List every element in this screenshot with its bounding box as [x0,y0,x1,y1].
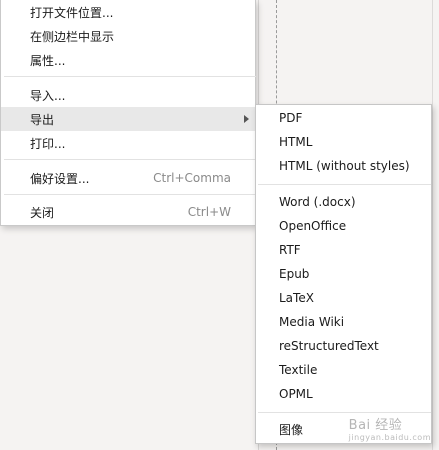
watermark: Bai 经验 jingyan.baidu.com [349,414,431,442]
menu-separator [4,159,256,160]
watermark-subtext: jingyan.baidu.com [348,433,431,442]
menu-item-label: 偏好设置... [30,171,90,186]
submenu-item-label: PDF [279,111,303,125]
menu-item-label: 导出 [30,112,55,127]
menu-item-label: 关闭 [30,205,55,220]
submenu-item-label: HTML (without styles) [279,159,410,173]
menu-item-properties[interactable]: 属性... [1,48,257,72]
menu-item-export[interactable]: 导出 [1,107,257,131]
watermark-text: Bai 经验 [348,418,403,433]
export-epub[interactable]: Epub [256,262,431,286]
chevron-right-icon [244,115,249,123]
submenu-item-label: OpenOffice [279,219,347,233]
menu-item-label: 打开文件位置... [30,5,114,20]
submenu-item-label: LaTeX [279,291,314,305]
export-latex[interactable]: LaTeX [256,286,431,310]
menu-item-import[interactable]: 导入... [1,83,257,107]
menu-item-shortcut: Ctrl+W [187,205,231,219]
submenu-item-label: Textile [279,363,318,377]
export-textile[interactable]: Textile [256,358,431,382]
scrollbar-track[interactable] [432,0,439,450]
submenu-item-label: RTF [279,243,301,257]
menu-separator [4,194,256,195]
export-media-wiki[interactable]: Media Wiki [256,310,431,334]
export-restructuredtext[interactable]: reStructuredText [256,334,431,358]
export-opml[interactable]: OPML [256,382,431,406]
menu-separator [4,76,256,77]
submenu-item-label: Media Wiki [279,315,345,329]
submenu-item-label: OPML [279,387,313,401]
file-menu: 打开文件位置... 在侧边栏中显示 属性... 导入... 导出 打印... 偏… [0,0,257,226]
export-word-docx[interactable]: Word (.docx) [256,190,431,214]
submenu-item-label: Epub [279,267,310,281]
export-rtf[interactable]: RTF [256,238,431,262]
menu-item-label: 打印... [30,136,66,151]
menu-item-show-in-sidebar[interactable]: 在侧边栏中显示 [1,24,257,48]
submenu-item-label: Word (.docx) [279,195,356,209]
menu-item-open-file-location[interactable]: 打开文件位置... [1,0,257,24]
submenu-separator [258,184,431,185]
export-submenu: PDF HTML HTML (without styles) Word (.do… [255,104,432,444]
submenu-item-label: reStructuredText [279,339,379,353]
submenu-separator [258,412,431,413]
export-pdf[interactable]: PDF [256,106,431,130]
export-html[interactable]: HTML [256,130,431,154]
submenu-item-label: HTML [279,135,313,149]
export-openoffice[interactable]: OpenOffice [256,214,431,238]
export-html-without-styles[interactable]: HTML (without styles) [256,154,431,178]
menu-item-shortcut: Ctrl+Comma [153,171,231,185]
menu-item-label: 在侧边栏中显示 [30,29,115,44]
menu-item-preferences[interactable]: 偏好设置... Ctrl+Comma [1,166,257,190]
submenu-item-label: 图像 [279,422,304,437]
menu-item-label: 属性... [30,53,66,68]
menu-item-close[interactable]: 关闭 Ctrl+W [1,200,257,224]
menu-item-label: 导入... [30,88,66,103]
menu-item-print[interactable]: 打印... [1,131,257,155]
